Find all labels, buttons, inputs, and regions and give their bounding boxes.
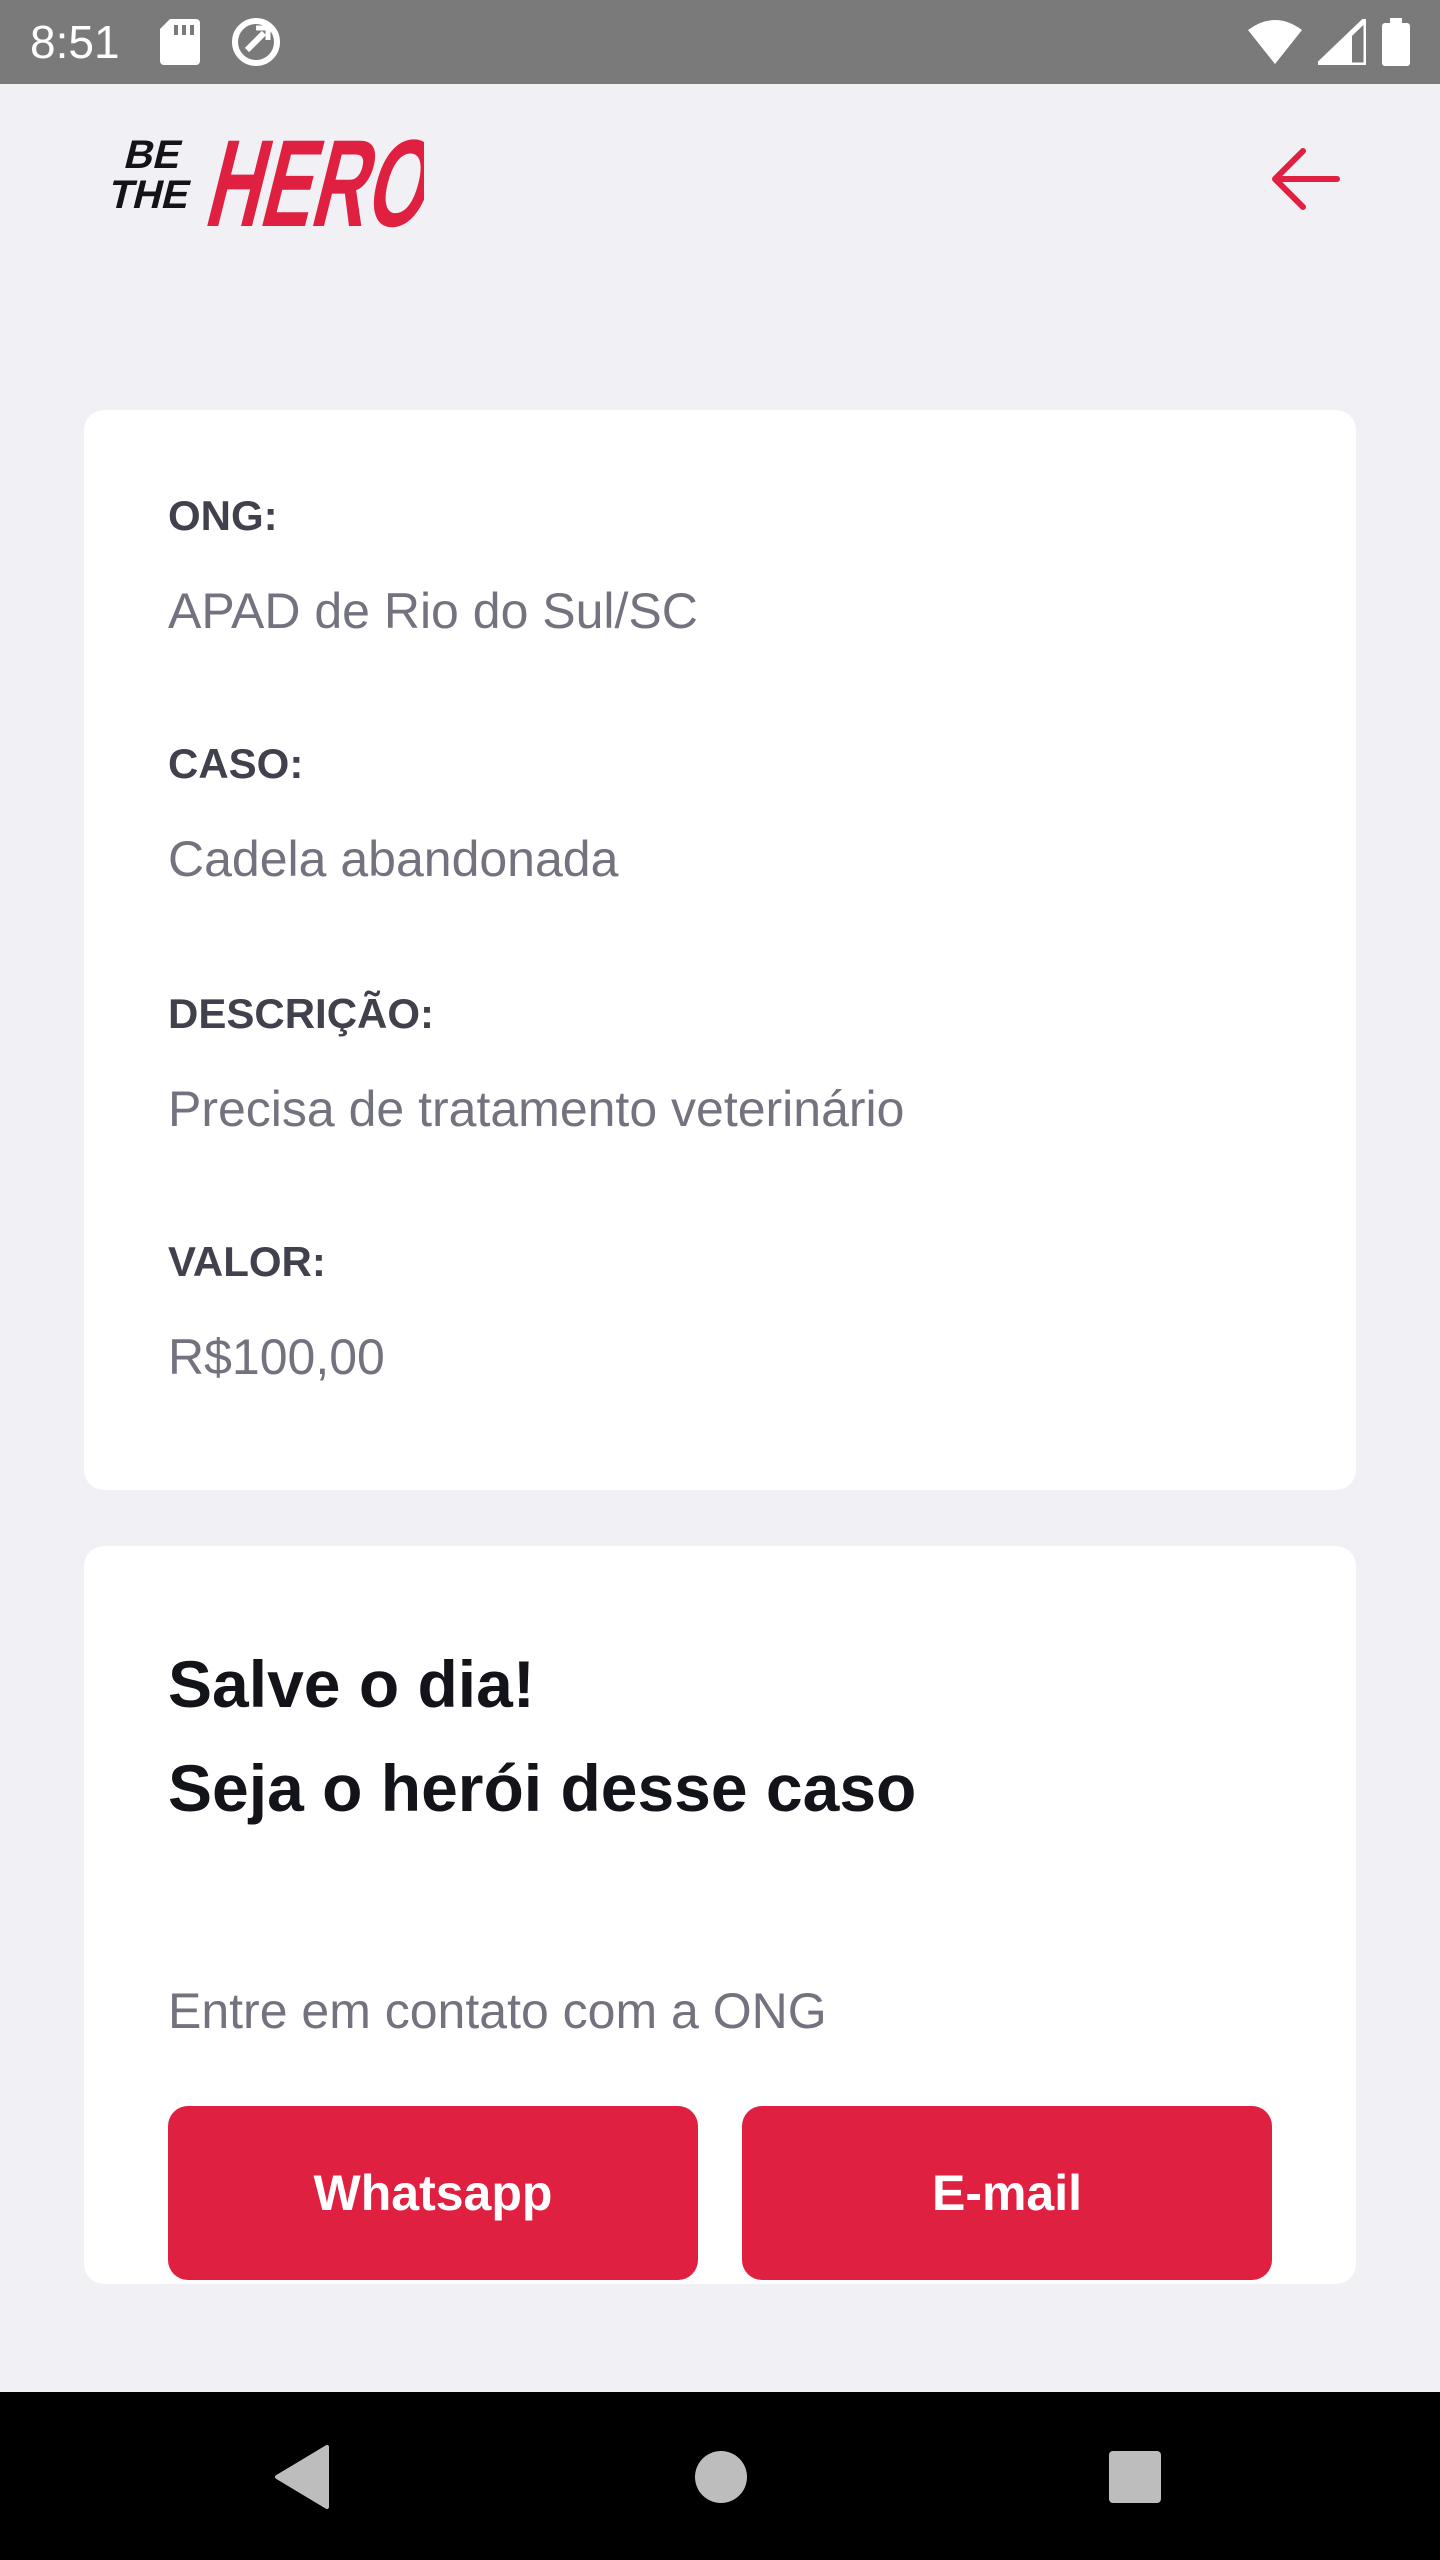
sync-icon	[231, 18, 280, 66]
back-button[interactable]	[1260, 134, 1350, 224]
header: BE THE HERO	[0, 84, 1440, 264]
caso-value: Cadela abandonada	[168, 831, 619, 887]
status-time: 8:51	[30, 16, 120, 68]
square-recents-icon	[1109, 2451, 1161, 2503]
descricao-label: DESCRIÇÃO:	[168, 990, 435, 1037]
nav-back-button[interactable]	[256, 2432, 346, 2522]
descricao-value: Precisa de tratamento veterinário	[168, 1081, 905, 1137]
ong-label: ONG:	[168, 492, 278, 539]
contact-title-line1: Salve o dia!	[168, 1647, 535, 1721]
be-the-hero-logo: BE THE HERO	[104, 114, 424, 248]
valor-label: VALOR:	[168, 1238, 326, 1285]
whatsapp-button[interactable]: Whatsapp	[168, 2106, 698, 2280]
email-button[interactable]: E-mail	[742, 2106, 1272, 2280]
battery-icon	[1382, 18, 1410, 66]
sd-card-icon	[159, 19, 200, 65]
contact-card: Salve o dia! Seja o herói desse caso Ent…	[84, 1546, 1356, 2284]
wifi-icon	[1248, 20, 1302, 64]
svg-text:THE: THE	[104, 172, 195, 217]
svg-text:BE: BE	[120, 132, 187, 177]
signal-icon	[1318, 19, 1366, 65]
nav-recents-button[interactable]	[1090, 2432, 1180, 2522]
contact-description: Entre em contato com a ONG	[168, 1983, 827, 2039]
svg-text:HERO: HERO	[195, 114, 424, 248]
nav-home-button[interactable]	[676, 2432, 766, 2522]
navigation-bar	[0, 2392, 1440, 2560]
triangle-back-icon	[275, 2445, 329, 2509]
caso-label: CASO:	[168, 740, 304, 787]
circle-home-icon	[695, 2451, 747, 2503]
app-screen: BE THE HERO ONG: APAD de Rio do Sul/SC C…	[0, 84, 1440, 2392]
contact-title-line2: Seja o herói desse caso	[168, 1751, 917, 1825]
valor-value: R$100,00	[168, 1329, 385, 1385]
status-bar: 8:51	[0, 0, 1440, 84]
ong-value: APAD de Rio do Sul/SC	[168, 583, 698, 639]
incident-card: ONG: APAD de Rio do Sul/SC CASO: Cadela …	[84, 410, 1356, 1490]
arrow-left-icon	[1272, 148, 1340, 210]
